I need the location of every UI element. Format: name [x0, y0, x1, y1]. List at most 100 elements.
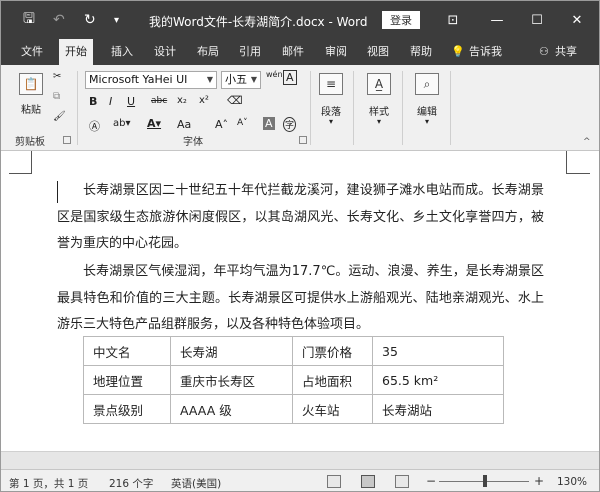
table-cell[interactable]: 火车站 [292, 394, 373, 424]
tab-home[interactable]: 开始 [59, 39, 93, 65]
font-launcher-icon[interactable] [299, 136, 307, 144]
clear-formatting-icon[interactable]: ⌫ [227, 94, 243, 107]
separator [310, 71, 311, 145]
font-group-label: 字体 [183, 137, 203, 148]
format-painter-icon[interactable]: 🖌 [53, 111, 66, 122]
save-icon[interactable]: 🖫 [23, 11, 35, 28]
cut-icon[interactable]: ✂ [53, 71, 61, 82]
paragraph-icon[interactable]: ≡ [319, 73, 343, 95]
enclose-characters-icon[interactable]: 字 [283, 117, 297, 132]
tab-references[interactable]: 引用 [233, 39, 267, 65]
chevron-down-icon: ▼ [206, 75, 213, 84]
tab-layout[interactable]: 布局 [191, 39, 225, 65]
ribbon-tabs: 文件 开始 插入 设计 布局 引用 邮件 审阅 视图 帮助 💡 告诉我 ⚇ 共享 [1, 39, 599, 65]
tell-me-search[interactable]: 告诉我 [463, 39, 508, 65]
chevron-down-icon[interactable]: ▾ [425, 117, 429, 126]
chevron-down-icon: ▼ [250, 75, 257, 84]
clipboard-launcher-icon[interactable] [63, 136, 71, 144]
clipboard-group-label: 剪贴板 [15, 137, 45, 148]
table-cell[interactable]: 地理位置 [83, 365, 171, 395]
font-family-select[interactable]: Microsoft YaHei UI ▼ [85, 71, 217, 89]
change-case-button[interactable]: Aa [177, 118, 191, 131]
shrink-font-button[interactable]: A˅ [237, 118, 248, 128]
underline-button[interactable]: U [127, 95, 135, 108]
zoom-level[interactable]: 130% [557, 476, 587, 488]
word-count[interactable]: 216 个字 [109, 476, 153, 491]
tab-review[interactable]: 审阅 [319, 39, 353, 65]
table-row: 景点级别 AAAA 级 火车站 长寿湖站 [83, 394, 504, 424]
table-cell[interactable]: 景点级别 [83, 394, 171, 424]
character-border-icon[interactable]: A [283, 70, 297, 85]
highlight-color-icon[interactable]: ab▾ [113, 118, 131, 129]
paragraph-2[interactable]: 长寿湖景区气候湿润，年平均气温为17.7℃。运动、浪漫、养生，是长寿湖景区最具特… [57, 259, 544, 339]
share-button[interactable]: 共享 [549, 39, 583, 65]
text-effects-icon[interactable]: Ⓐ [89, 118, 100, 134]
table-cell[interactable]: 重庆市长寿区 [170, 365, 293, 395]
tab-file[interactable]: 文件 [15, 39, 49, 65]
web-layout-icon[interactable] [395, 475, 409, 488]
paste-label[interactable]: 粘贴 [21, 101, 41, 116]
italic-button[interactable]: I [109, 95, 112, 108]
language-indicator[interactable]: 英语(美国) [171, 476, 221, 491]
table-cell[interactable]: 中文名 [83, 336, 171, 366]
tab-mailings[interactable]: 邮件 [276, 39, 310, 65]
close-button[interactable]: ✕ [567, 10, 587, 30]
strikethrough-button[interactable]: abc [151, 96, 167, 106]
table-cell[interactable]: 占地面积 [292, 365, 373, 395]
font-family-value: Microsoft YaHei UI [89, 73, 188, 86]
crop-mark [31, 151, 32, 173]
redo-icon[interactable]: ↻ [84, 12, 96, 28]
maximize-button[interactable]: ☐ [527, 10, 547, 30]
zoom-in-button[interactable]: + [534, 474, 544, 488]
document-page[interactable]: 长寿湖景区因二十世纪五十年代拦截龙溪河，建设狮子滩水电站而成。长寿湖景区是国家级… [1, 151, 599, 469]
undo-icon[interactable]: ↶ [53, 12, 65, 28]
font-color-icon[interactable]: A▾ [147, 117, 161, 130]
styles-button-label[interactable]: 样式 [369, 103, 389, 118]
tab-insert[interactable]: 插入 [105, 39, 139, 65]
paragraph-1[interactable]: 长寿湖景区因二十世纪五十年代拦截龙溪河，建设狮子滩水电站而成。长寿湖景区是国家级… [57, 178, 544, 258]
customize-toolbar-icon[interactable]: ▾ [114, 12, 119, 28]
page-count[interactable]: 第 1 页，共 1 页 [9, 476, 88, 491]
collapse-ribbon-icon[interactable]: ^ [583, 137, 591, 147]
info-table[interactable]: 中文名 长寿湖 门票价格 35 地理位置 重庆市长寿区 占地面积 65.5 km… [83, 336, 504, 424]
separator [402, 71, 403, 145]
paragraph-button-label[interactable]: 段落 [321, 103, 341, 118]
table-cell[interactable]: 65.5 km² [372, 365, 504, 395]
table-cell[interactable]: 35 [372, 336, 504, 366]
paste-icon[interactable]: 📋 [19, 73, 43, 95]
title-bar: 🖫 ↶ ↻ ▾ 我的Word文件-长寿湖简介.docx - Word 登录 ⊡ … [1, 1, 599, 39]
table-cell[interactable]: AAAA 级 [170, 394, 293, 424]
separator [450, 71, 451, 145]
copy-icon[interactable]: ⧉ [53, 91, 60, 102]
subscript-button[interactable]: x₂ [177, 95, 187, 106]
character-shading-icon[interactable]: A [263, 117, 275, 130]
table-cell[interactable]: 门票价格 [292, 336, 373, 366]
tab-design[interactable]: 设计 [148, 39, 182, 65]
zoom-out-button[interactable]: − [426, 474, 436, 488]
search-icon[interactable]: ⌕ [415, 73, 439, 95]
tab-help[interactable]: 帮助 [404, 39, 438, 65]
grow-font-button[interactable]: A˄ [215, 118, 228, 131]
phonetic-guide-icon[interactable]: wén [266, 70, 283, 79]
bold-button[interactable]: B [89, 95, 97, 108]
ribbon-display-options-icon[interactable]: ⊡ [443, 10, 463, 30]
editing-button-label[interactable]: 编辑 [417, 103, 437, 118]
styles-icon[interactable]: A̲ [367, 73, 391, 95]
print-layout-icon[interactable] [361, 475, 375, 488]
font-size-select[interactable]: 小五 ▼ [221, 71, 261, 89]
login-button[interactable]: 登录 [382, 11, 420, 29]
chevron-down-icon[interactable]: ▾ [377, 117, 381, 126]
table-cell[interactable]: 长寿湖 [170, 336, 293, 366]
minimize-button[interactable]: — [487, 10, 507, 30]
window-title: 我的Word文件-长寿湖简介.docx - Word [149, 15, 368, 29]
zoom-slider-thumb[interactable] [483, 475, 487, 487]
table-row: 地理位置 重庆市长寿区 占地面积 65.5 km² [83, 365, 504, 395]
chevron-down-icon[interactable]: ▾ [329, 117, 333, 126]
read-mode-icon[interactable] [327, 475, 341, 488]
tab-view[interactable]: 视图 [361, 39, 395, 65]
page-gap [1, 451, 599, 469]
table-row: 中文名 长寿湖 门票价格 35 [83, 336, 504, 366]
table-cell[interactable]: 长寿湖站 [372, 394, 504, 424]
separator [77, 71, 78, 145]
superscript-button[interactable]: x² [199, 95, 209, 106]
